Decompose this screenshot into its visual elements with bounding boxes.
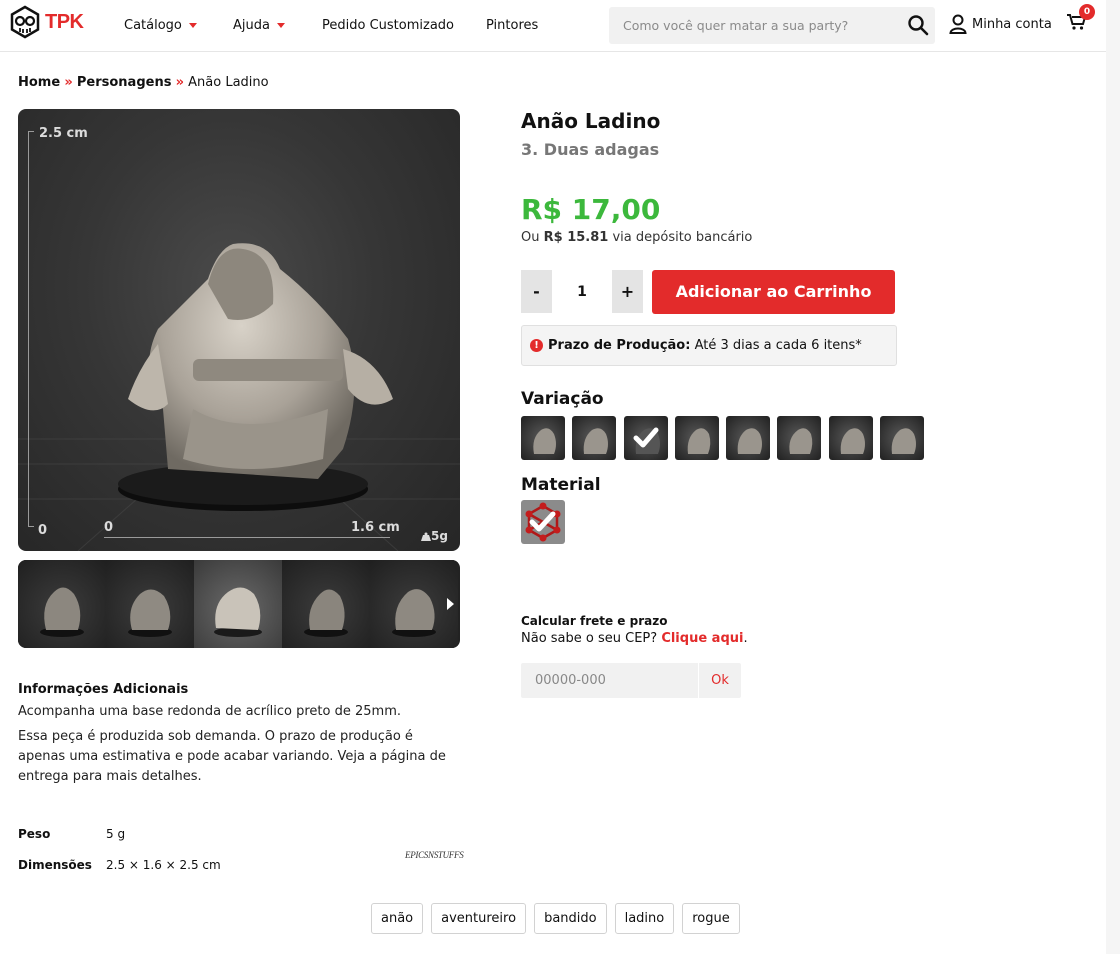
spec-dims-label: Dimensões <box>18 858 92 872</box>
spec-dimensions: Dimensões 2.5 × 1.6 × 2.5 cm <box>18 858 221 872</box>
next-arrow-icon[interactable] <box>447 598 454 610</box>
thumbnail[interactable] <box>106 560 194 648</box>
variation-swatch[interactable] <box>777 416 822 460</box>
cep-input[interactable] <box>521 663 697 698</box>
spec-dims-value: 2.5 × 1.6 × 2.5 cm <box>106 858 221 872</box>
add-to-cart-button[interactable]: Adicionar ao Carrinho <box>652 270 895 314</box>
ruler-tick <box>28 131 34 132</box>
breadcrumb-separator: » <box>64 75 73 90</box>
thumbnail[interactable] <box>370 560 458 648</box>
alt-price: R$ 15.81 <box>543 230 609 245</box>
shipping-help: Não sabe o seu CEP? Clique aqui. <box>521 631 748 646</box>
variation-swatch[interactable] <box>828 416 873 460</box>
alert-icon: ! <box>530 339 543 352</box>
caret-down-icon <box>188 23 197 28</box>
qty-input[interactable] <box>552 270 612 313</box>
alt-price-line: Ou R$ 15.81 via depósito bancário <box>521 230 753 245</box>
spec-weight-value: 5 g <box>106 827 126 841</box>
quantity-stepper: - + <box>521 270 643 313</box>
ruler-zero-left: 0 <box>38 523 48 538</box>
thumbnail-strip <box>18 560 460 648</box>
miniature-figure <box>118 243 393 511</box>
qty-minus-button[interactable]: - <box>521 270 552 313</box>
variation-heading: Variação <box>521 389 604 409</box>
weight-icon <box>421 532 431 541</box>
ruler-tick <box>28 526 34 527</box>
nav-catalogo-label: Catálogo <box>124 18 182 33</box>
cart-button[interactable]: 0 <box>1066 4 1095 36</box>
breadcrumb-home[interactable]: Home <box>18 75 60 90</box>
additional-info-heading: Informações Adicionais <box>18 682 189 697</box>
scrollbar[interactable] <box>1106 0 1120 954</box>
breadcrumb-separator: » <box>175 75 184 90</box>
variation-swatch[interactable] <box>880 416 925 460</box>
nav-pintores-label: Pintores <box>486 18 539 33</box>
cart-count-badge: 0 <box>1079 4 1095 20</box>
variation-swatch[interactable] <box>726 416 771 460</box>
nav-pedido-label: Pedido Customizado <box>322 18 454 33</box>
thumbnail[interactable] <box>282 560 370 648</box>
production-notice: ! Prazo de Produção: Até 3 dias a cada 6… <box>521 325 897 366</box>
material-heading: Material <box>521 475 601 495</box>
height-ruler <box>28 131 29 527</box>
brand-logo: EPICSNSTUFFS <box>405 850 464 860</box>
site-header: TPK Catálogo Ajuda Pedido Customizado Pi… <box>0 0 1106 52</box>
production-value: Até 3 dias a cada 6 itens* <box>694 338 862 353</box>
tag[interactable]: anão <box>371 903 424 934</box>
search-icon[interactable] <box>907 14 929 36</box>
tag-list: anão aventureiro bandido ladino rogue <box>371 903 748 934</box>
info-paragraph-1: Acompanha uma base redonda de acrílico p… <box>18 704 401 719</box>
breadcrumb: Home » Personagens » Anão Ladino <box>18 75 269 90</box>
breadcrumb-current: Anão Ladino <box>188 75 269 90</box>
nav-pintores[interactable]: Pintores <box>486 18 538 33</box>
production-label: Prazo de Produção: <box>548 338 691 353</box>
width-ruler <box>104 537 390 538</box>
resin-molecule-icon <box>525 502 561 542</box>
thumbnail[interactable] <box>18 560 106 648</box>
tag[interactable]: rogue <box>682 903 740 934</box>
tag[interactable]: ladino <box>614 903 675 934</box>
ruler-width-label: 1.6 cm <box>351 520 400 535</box>
product-title: Anão Ladino <box>521 109 661 133</box>
spec-weight-label: Peso <box>18 827 51 841</box>
nav-pedido-customizado[interactable]: Pedido Customizado <box>322 18 454 33</box>
variation-swatches <box>521 416 931 460</box>
user-icon <box>949 14 967 34</box>
qty-plus-button[interactable]: + <box>612 270 643 313</box>
tag[interactable]: bandido <box>534 903 607 934</box>
logo-link[interactable]: TPK <box>8 5 84 39</box>
find-cep-link[interactable]: Clique aqui <box>661 631 743 646</box>
nav-catalogo[interactable]: Catálogo <box>124 18 197 33</box>
product-main-image[interactable]: 2.5 cm 0 0 1.6 cm 5g <box>18 109 460 551</box>
caret-down-icon <box>276 23 285 28</box>
nav-ajuda[interactable]: Ajuda <box>233 18 285 33</box>
variation-swatch[interactable] <box>572 416 617 460</box>
product-price: R$ 17,00 <box>521 193 661 226</box>
spec-weight: Peso 5 g <box>18 827 125 841</box>
product-variant: 3. Duas adagas <box>521 140 660 159</box>
cep-ok-button[interactable]: Ok <box>698 663 741 698</box>
tag[interactable]: aventureiro <box>431 903 527 934</box>
breadcrumb-category[interactable]: Personagens <box>77 75 172 90</box>
info-paragraph-2: Essa peça é produzida sob demanda. O pra… <box>18 729 446 784</box>
search-input[interactable] <box>609 7 899 44</box>
weight-badge: 5g <box>421 529 448 543</box>
variation-swatch[interactable] <box>674 416 719 460</box>
account-link[interactable]: Minha conta <box>949 14 1052 34</box>
ruler-height-label: 2.5 cm <box>39 126 88 141</box>
skull-logo-icon <box>10 5 40 39</box>
logo-text: TPK <box>45 10 84 33</box>
search-box <box>609 7 935 44</box>
ruler-zero-bottom: 0 <box>104 520 114 535</box>
shipping-heading: Calcular frete e prazo <box>521 614 668 628</box>
variation-swatch[interactable] <box>521 416 565 460</box>
thumbnail-active[interactable] <box>194 560 282 648</box>
material-swatch-selected[interactable] <box>521 500 565 544</box>
variation-swatch-selected[interactable] <box>623 416 668 460</box>
nav-ajuda-label: Ajuda <box>233 18 270 33</box>
account-label: Minha conta <box>972 16 1052 32</box>
